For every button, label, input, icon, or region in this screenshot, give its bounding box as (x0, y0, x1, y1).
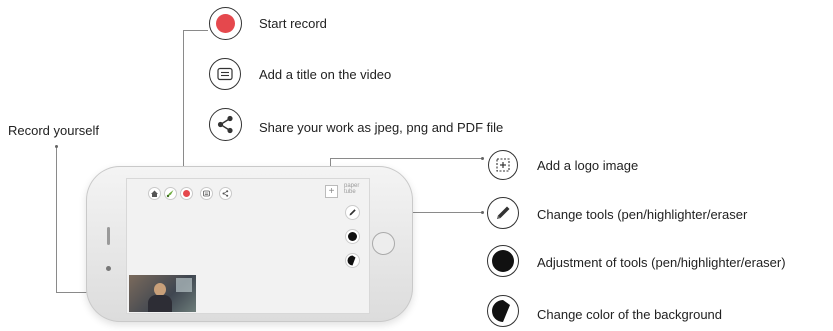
add-logo-label: Add a logo image (537, 158, 639, 173)
title-button[interactable] (200, 187, 213, 200)
title-icon (209, 58, 241, 90)
adjust-tools-label: Adjustment of tools (pen/highlighter/era… (537, 255, 786, 270)
logo-image-icon (488, 150, 518, 180)
phone-camera (106, 266, 111, 271)
pen-tool-button[interactable] (345, 205, 360, 220)
home-icon[interactable] (148, 187, 161, 200)
connector-pen-end (481, 211, 484, 214)
share-button[interactable] (219, 187, 232, 200)
brand-logo: paper tube (344, 183, 359, 195)
pen-icon (487, 197, 519, 229)
add-logo-button[interactable]: + (325, 185, 338, 198)
change-background-label: Change color of the background (537, 307, 723, 322)
start-record-label: Start record (259, 16, 327, 31)
share-icon (209, 108, 242, 141)
video-person-body (148, 295, 172, 312)
video-background-window (176, 278, 192, 292)
self-video-preview[interactable] (129, 275, 196, 312)
add-title-label: Add a title on the video (259, 67, 392, 82)
connector-record-vertical (183, 30, 184, 188)
background-color-button[interactable] (345, 253, 360, 268)
share-work-label: Share your work as jpeg, png and PDF fil… (259, 120, 504, 135)
phone-home-button (372, 232, 395, 255)
change-tools-label: Change tools (pen/highlighter/eraser (537, 207, 748, 222)
record-icon (209, 7, 242, 40)
brush-icon[interactable] (164, 187, 177, 200)
phone-speaker (107, 227, 110, 245)
brand-line-2: tube (344, 189, 356, 195)
connector-yourself-start (55, 145, 58, 148)
tool-size-icon (487, 245, 519, 277)
background-color-icon (487, 295, 519, 327)
connector-logo-horizontal (330, 158, 482, 159)
connector-logo-end (481, 157, 484, 160)
record-yourself-label: Record yourself (8, 123, 100, 138)
record-button[interactable] (180, 187, 193, 200)
connector-record-horizontal (183, 30, 208, 31)
connector-yourself-vertical (56, 147, 57, 293)
tool-size-button[interactable] (345, 229, 360, 244)
